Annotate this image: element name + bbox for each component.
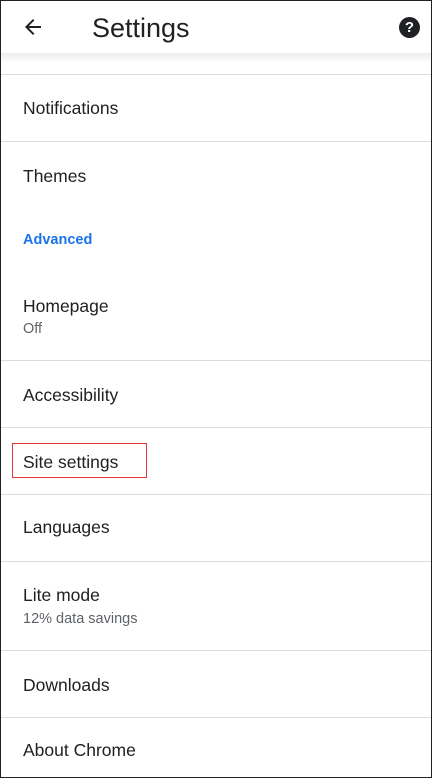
- settings-item-accessibility[interactable]: Accessibility: [1, 361, 431, 427]
- settings-item-languages[interactable]: Languages: [1, 495, 431, 561]
- settings-item-label: About Chrome: [23, 740, 136, 760]
- settings-item-label: Themes: [23, 166, 87, 186]
- settings-item-homepage[interactable]: Homepage Off: [1, 273, 431, 360]
- settings-item-notifications[interactable]: Notifications: [1, 75, 431, 141]
- settings-item-summary: Off: [23, 321, 43, 337]
- settings-item-themes[interactable]: Themes: [1, 142, 431, 208]
- highlight-box: [12, 443, 147, 478]
- page-title: Settings: [92, 13, 190, 43]
- toolbar-shadow: [1, 53, 431, 73]
- settings-item-downloads[interactable]: Downloads: [1, 651, 431, 717]
- settings-item-label: Homepage: [23, 296, 109, 316]
- settings-item-lite-mode[interactable]: Lite mode 12% data savings: [1, 562, 431, 650]
- settings-screen: Settings ? Notifications Themes Advanced…: [0, 0, 432, 778]
- settings-item-label: Lite mode: [23, 585, 100, 605]
- settings-item-label: Languages: [23, 517, 110, 537]
- section-header-advanced: Advanced: [23, 232, 93, 248]
- settings-item-about-chrome[interactable]: About Chrome: [1, 718, 431, 777]
- settings-item-label: Accessibility: [23, 385, 119, 405]
- settings-item-label: Downloads: [23, 675, 110, 695]
- settings-item-summary: 12% data savings: [23, 611, 138, 627]
- toolbar: Settings ?: [1, 1, 431, 53]
- settings-item-label: Notifications: [23, 98, 119, 118]
- help-icon[interactable]: ?: [399, 17, 420, 38]
- back-button[interactable]: [17, 11, 49, 43]
- arrow-left-icon: [25, 19, 41, 35]
